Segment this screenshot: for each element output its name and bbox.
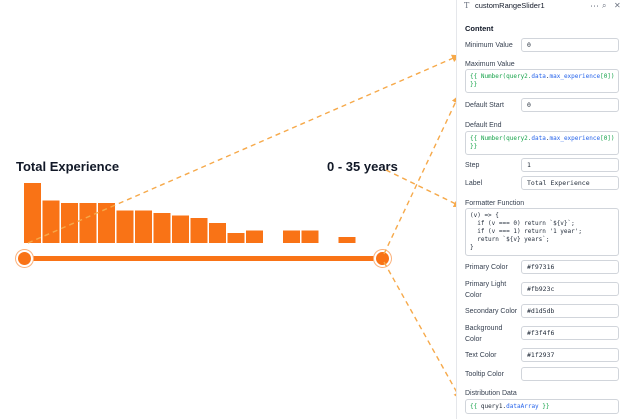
code-token: }} [538,403,550,410]
tooltip-color-input[interactable] [521,367,619,381]
histogram-bar [190,218,208,243]
close-icon[interactable]: ✕ [614,1,621,11]
histogram-bar [301,230,319,243]
slider-track[interactable] [24,256,382,261]
search-icon[interactable]: ⌕ [602,1,606,11]
max-value-input[interactable]: {{ Number(query2.data.max_experience[0])… [465,69,619,93]
histogram-bar [135,210,152,243]
histogram-bar [283,230,300,243]
code-token: }} [470,143,478,150]
background-color-label: Background Color [465,325,503,343]
component-name[interactable]: customRangeSlider1 [475,1,545,11]
formatter-input[interactable]: (v) => { if (v === 0) return `${v}`; if … [465,208,619,256]
section-title-content: Content [465,24,494,33]
default-end-input[interactable]: {{ Number(query2.data.max_experience[0])… [465,131,619,155]
default-start-input[interactable]: 0 [521,98,619,112]
code-token: query1 [480,403,503,410]
histogram-bar [116,210,134,243]
default-end-label: Default End [465,122,502,129]
canvas: Total Experience 0 - 35 years [0,0,456,419]
code-token: dataArray [506,403,539,410]
histogram-bar [79,203,97,243]
code-token: [0]) [600,73,615,80]
slider-range-value: 0 - 35 years [327,159,398,174]
slider-start-handle[interactable] [16,250,33,267]
code-token: max_experience [549,73,601,80]
default-start-label: Default Start [465,102,504,109]
histogram-bar [172,215,189,243]
text-color-input[interactable]: #1f2937 [521,348,619,362]
histogram-bar [98,203,115,243]
secondary-color-label: Secondary Color [465,308,518,315]
distribution-histogram [24,183,356,243]
histogram-bar [153,213,171,243]
code-token: max_experience [549,135,601,142]
code-token: {{ [470,403,481,410]
code-token: data [531,135,546,142]
primary-color-label: Primary Color [465,264,508,271]
slider-end-handle[interactable] [374,250,391,267]
code-line: (v) => { [470,212,499,219]
code-token: data [531,73,546,80]
code-token: {{ Number(query2. [470,135,532,142]
component-type-icon: T [464,1,470,10]
histogram-bar [42,200,60,243]
step-input[interactable]: 1 [521,158,619,172]
distribution-data-label: Distribution Data [465,390,517,397]
code-token: }} [470,81,478,88]
code-line: return `${v} years`; [470,236,550,243]
min-value-label: Minimum Value [465,42,513,49]
primary-light-color-input[interactable]: #fb923c [521,282,619,296]
distribution-data-input[interactable]: {{ query1.dataArray }} [465,399,619,414]
code-line: } [470,244,474,251]
primary-light-color-label: Primary Light Color [465,281,507,299]
label-label: Label [465,180,483,187]
inspector-panel: T customRangeSlider1 ⋯ ⌕ ✕ Content Minim… [456,0,624,419]
tooltip-color-label: Tooltip Color [465,371,504,378]
histogram-bar [246,230,263,243]
more-options-icon[interactable]: ⋯ [590,1,599,11]
min-value-input[interactable]: 0 [521,38,619,52]
histogram-bar [61,203,78,243]
histogram-bar [209,223,226,243]
code-token: {{ Number(query2. [470,73,532,80]
code-token: [0]) [600,135,615,142]
secondary-color-input[interactable]: #d1d5db [521,304,619,318]
panel-header: T customRangeSlider1 ⋯ ⌕ ✕ [457,0,624,13]
text-color-label: Text Color [465,352,497,359]
histogram-bar [338,237,356,243]
step-label: Step [465,162,480,169]
histogram-bar [24,183,41,243]
primary-color-input[interactable]: #f97316 [521,260,619,274]
slider-label: Total Experience [16,159,120,174]
code-line: if (v === 0) return `${v}`; [470,220,575,227]
label-input[interactable]: Total Experience [521,176,619,190]
background-color-input[interactable]: #f3f4f6 [521,326,619,340]
code-line: if (v === 1) return '1 year'; [470,228,582,235]
histogram-bar [227,233,245,243]
